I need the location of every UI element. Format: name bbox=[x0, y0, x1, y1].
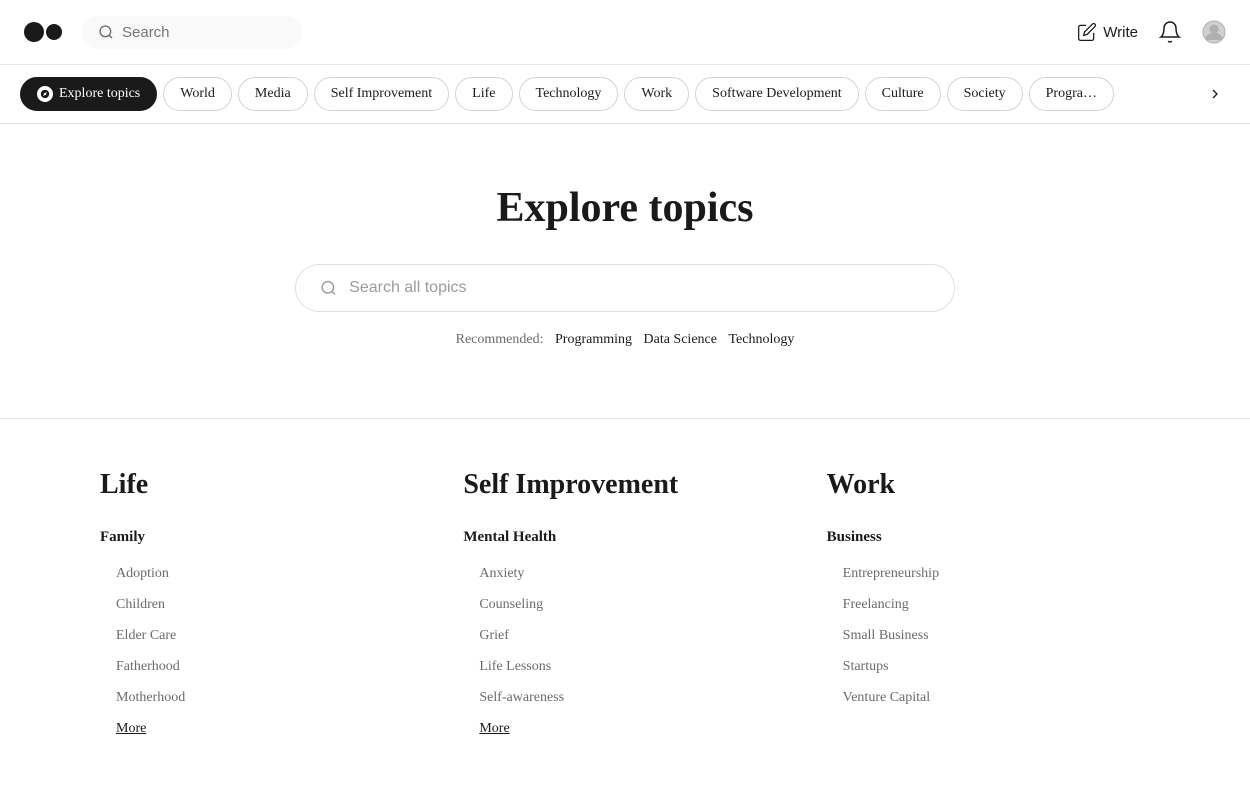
user-avatar[interactable] bbox=[1202, 20, 1226, 44]
topic-self-awareness[interactable]: Self-awareness bbox=[463, 682, 786, 713]
topic-startups[interactable]: Startups bbox=[827, 651, 1150, 682]
topic-small-business[interactable]: Small Business bbox=[827, 620, 1150, 651]
topic-freelancing[interactable]: Freelancing bbox=[827, 589, 1150, 620]
topic-search-bar[interactable] bbox=[295, 264, 955, 312]
nav-tag-society[interactable]: Society bbox=[947, 77, 1023, 111]
page-title: Explore topics bbox=[20, 184, 1230, 232]
category-life: Life Family Adoption Children Elder Care… bbox=[80, 469, 443, 737]
topics-nav: Explore topics World Media Self Improvem… bbox=[0, 65, 1250, 124]
hero-section: Explore topics Recommended: Programming … bbox=[0, 124, 1250, 388]
write-button[interactable]: Write bbox=[1077, 22, 1138, 42]
write-label: Write bbox=[1103, 24, 1138, 41]
topic-venture-capital[interactable]: Venture Capital bbox=[827, 682, 1150, 713]
topic-motherhood[interactable]: Motherhood bbox=[100, 682, 423, 713]
topic-life-lessons[interactable]: Life Lessons bbox=[463, 651, 786, 682]
topic-counseling[interactable]: Counseling bbox=[463, 589, 786, 620]
subcategory-business-title: Business bbox=[827, 529, 1150, 546]
nav-scroll-right[interactable] bbox=[1200, 79, 1230, 109]
nav-tag-explore-topics[interactable]: Explore topics bbox=[20, 77, 157, 111]
recommended-label: Recommended: bbox=[456, 332, 544, 347]
header-search[interactable] bbox=[82, 16, 302, 49]
topics-nav-inner: Explore topics World Media Self Improvem… bbox=[20, 65, 1200, 123]
category-life-title: Life bbox=[100, 469, 423, 501]
logo[interactable] bbox=[24, 20, 66, 44]
categories-grid: Life Family Adoption Children Elder Care… bbox=[0, 419, 1250, 777]
subcategory-family-title: Family bbox=[100, 529, 423, 546]
topic-elder-care[interactable]: Elder Care bbox=[100, 620, 423, 651]
topic-entrepreneurship[interactable]: Entrepreneurship bbox=[827, 558, 1150, 589]
self-improvement-more-link[interactable]: More bbox=[479, 721, 509, 737]
nav-tag-technology[interactable]: Technology bbox=[519, 77, 619, 111]
topic-grief[interactable]: Grief bbox=[463, 620, 786, 651]
nav-tag-programming[interactable]: Progra… bbox=[1029, 77, 1114, 111]
header-right: Write bbox=[1077, 20, 1226, 44]
nav-tag-life[interactable]: Life bbox=[455, 77, 512, 111]
subcategory-mental-health-title: Mental Health bbox=[463, 529, 786, 546]
topic-search-icon bbox=[320, 279, 337, 297]
topic-fatherhood[interactable]: Fatherhood bbox=[100, 651, 423, 682]
recommended-row: Recommended: Programming Data Science Te… bbox=[20, 332, 1230, 348]
nav-tag-self-improvement[interactable]: Self Improvement bbox=[314, 77, 449, 111]
category-self-improvement: Self Improvement Mental Health Anxiety C… bbox=[443, 469, 806, 737]
search-icon bbox=[98, 24, 114, 40]
topic-children[interactable]: Children bbox=[100, 589, 423, 620]
header: Write bbox=[0, 0, 1250, 65]
topic-anxiety[interactable]: Anxiety bbox=[463, 558, 786, 589]
compass-icon bbox=[37, 86, 53, 102]
life-more-link[interactable]: More bbox=[116, 721, 146, 737]
recommended-technology[interactable]: Technology bbox=[728, 332, 794, 347]
nav-tag-media[interactable]: Media bbox=[238, 77, 308, 111]
nav-tag-world[interactable]: World bbox=[163, 77, 232, 111]
nav-tag-software-development[interactable]: Software Development bbox=[695, 77, 858, 111]
category-work: Work Business Entrepreneurship Freelanci… bbox=[807, 469, 1170, 737]
nav-tag-culture[interactable]: Culture bbox=[865, 77, 941, 111]
category-self-improvement-title: Self Improvement bbox=[463, 469, 786, 501]
nav-tag-work[interactable]: Work bbox=[624, 77, 689, 111]
write-icon bbox=[1077, 22, 1097, 42]
category-work-title: Work bbox=[827, 469, 1150, 501]
header-search-input[interactable] bbox=[122, 24, 286, 41]
topic-adoption[interactable]: Adoption bbox=[100, 558, 423, 589]
notifications-icon[interactable] bbox=[1158, 20, 1182, 44]
recommended-programming[interactable]: Programming bbox=[555, 332, 632, 347]
recommended-data-science[interactable]: Data Science bbox=[644, 332, 717, 347]
topic-search-input[interactable] bbox=[349, 279, 930, 297]
